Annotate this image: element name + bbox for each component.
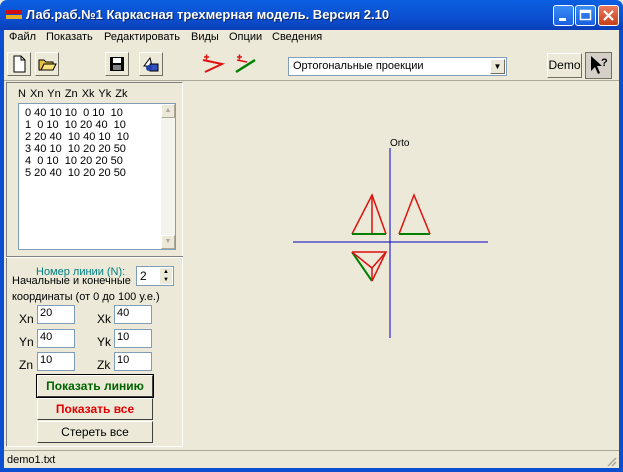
red-line-icon	[202, 54, 226, 73]
minimize-icon	[559, 18, 566, 21]
zk-field[interactable]: 10	[114, 352, 152, 371]
coords-label-line2: координаты (от 0 до 100 у.е.)	[12, 291, 160, 303]
list-scrollbar[interactable]: ▲ ▼	[161, 104, 175, 249]
close-icon	[603, 10, 614, 21]
menu-edit[interactable]: Редактировать	[104, 31, 180, 43]
yn-field[interactable]: 40	[37, 329, 75, 348]
projection-select[interactable]: Ортогональные проекции ▼	[288, 57, 507, 76]
list-item[interactable]: 1 0 10 10 20 40 10	[25, 119, 126, 131]
zn-field[interactable]: 10	[37, 352, 75, 371]
zn-label: Zn	[19, 358, 34, 372]
green-line-icon	[235, 54, 256, 74]
demo-button[interactable]: Demo	[547, 53, 582, 78]
minimize-button[interactable]	[553, 5, 574, 26]
projection-drawing: Orto	[293, 138, 488, 338]
window-frame-right	[619, 30, 623, 472]
menu-views[interactable]: Виды	[191, 31, 219, 43]
draw-line-red-button[interactable]	[200, 52, 226, 76]
close-button[interactable]	[598, 5, 619, 26]
shapes-icon	[143, 56, 159, 72]
xk-label: Xk	[97, 312, 112, 326]
maximize-icon	[579, 9, 592, 21]
list-item[interactable]: 4 0 10 10 20 20 50	[25, 155, 123, 167]
status-file-name: demo1.txt	[7, 454, 56, 466]
yk-field[interactable]: 10	[114, 329, 152, 348]
yk-label: Yk	[97, 335, 112, 349]
open-file-button[interactable]	[35, 52, 59, 76]
floppy-disk-icon	[110, 57, 124, 71]
line-number-value: 2	[140, 269, 147, 283]
dropdown-arrow-icon[interactable]: ▼	[490, 59, 505, 74]
side-view	[398, 192, 431, 235]
xn-field[interactable]: 20	[37, 305, 75, 324]
list-item[interactable]: 5 20 40 10 20 20 50	[25, 167, 126, 179]
title-bar[interactable]: Лаб.раб.№1 Каркасная трехмерная модель. …	[0, 0, 623, 30]
maximize-button[interactable]	[575, 5, 596, 26]
list-item[interactable]: 2 20 40 10 40 10 10	[25, 131, 129, 143]
show-all-button[interactable]: Показать все	[37, 398, 153, 420]
window-frame-bottom	[0, 468, 623, 472]
list-item[interactable]: 3 40 10 10 20 20 50	[25, 143, 126, 155]
help-pointer-icon: ?	[591, 56, 608, 74]
svg-text:?: ?	[601, 57, 608, 69]
axis-label: Orto	[390, 138, 410, 149]
new-file-button[interactable]	[7, 52, 31, 76]
lines-list[interactable]: 0 40 10 10 0 10 10 1 0 10 10 20 40 10 2 …	[18, 103, 176, 250]
drawing-canvas[interactable]: Orto	[186, 82, 619, 447]
context-help-button[interactable]: ?	[585, 52, 612, 79]
yn-label: Yn	[19, 335, 34, 349]
menu-options[interactable]: Опции	[229, 31, 262, 43]
menu-show[interactable]: Показать	[46, 31, 93, 43]
xn-label: Xn	[19, 312, 34, 326]
menu-bar: Файл Показать Редактировать Виды Опции С…	[4, 30, 619, 47]
line-number-spinner[interactable]: 2 ▲ ▼	[136, 266, 174, 286]
shapes-button[interactable]	[139, 52, 163, 76]
open-folder-icon	[38, 59, 57, 71]
top-view	[351, 251, 388, 282]
draw-line-green-button[interactable]	[233, 52, 257, 76]
coords-label-line1: Начальные и конечные	[12, 275, 131, 287]
panel-divider	[6, 256, 183, 258]
show-line-button[interactable]: Показать линию	[36, 374, 154, 398]
scroll-down-icon[interactable]: ▼	[161, 235, 175, 249]
spin-up-icon[interactable]: ▲	[160, 268, 172, 276]
status-bar: demo1.txt	[4, 450, 619, 468]
list-item[interactable]: 0 40 10 10 0 10 10	[25, 107, 123, 119]
new-file-icon	[13, 55, 26, 73]
table-header: N Xn Yn Zn Xk Yk Zk	[18, 88, 128, 100]
spin-down-icon[interactable]: ▼	[160, 276, 172, 284]
app-icon	[6, 10, 22, 19]
zk-label: Zk	[97, 358, 111, 372]
save-button[interactable]	[105, 52, 129, 76]
projection-value: Ортогональные проекции	[293, 60, 424, 72]
front-view	[351, 193, 387, 235]
window-frame-left	[0, 30, 4, 472]
xk-field[interactable]: 40	[114, 305, 152, 324]
window-title: Лаб.раб.№1 Каркасная трехмерная модель. …	[26, 7, 390, 22]
menu-info[interactable]: Сведения	[272, 31, 322, 43]
scroll-up-icon[interactable]: ▲	[161, 104, 175, 118]
clear-all-button[interactable]: Стереть все	[37, 421, 153, 443]
menu-file[interactable]: Файл	[9, 31, 36, 43]
resize-grip-icon[interactable]	[605, 455, 617, 467]
